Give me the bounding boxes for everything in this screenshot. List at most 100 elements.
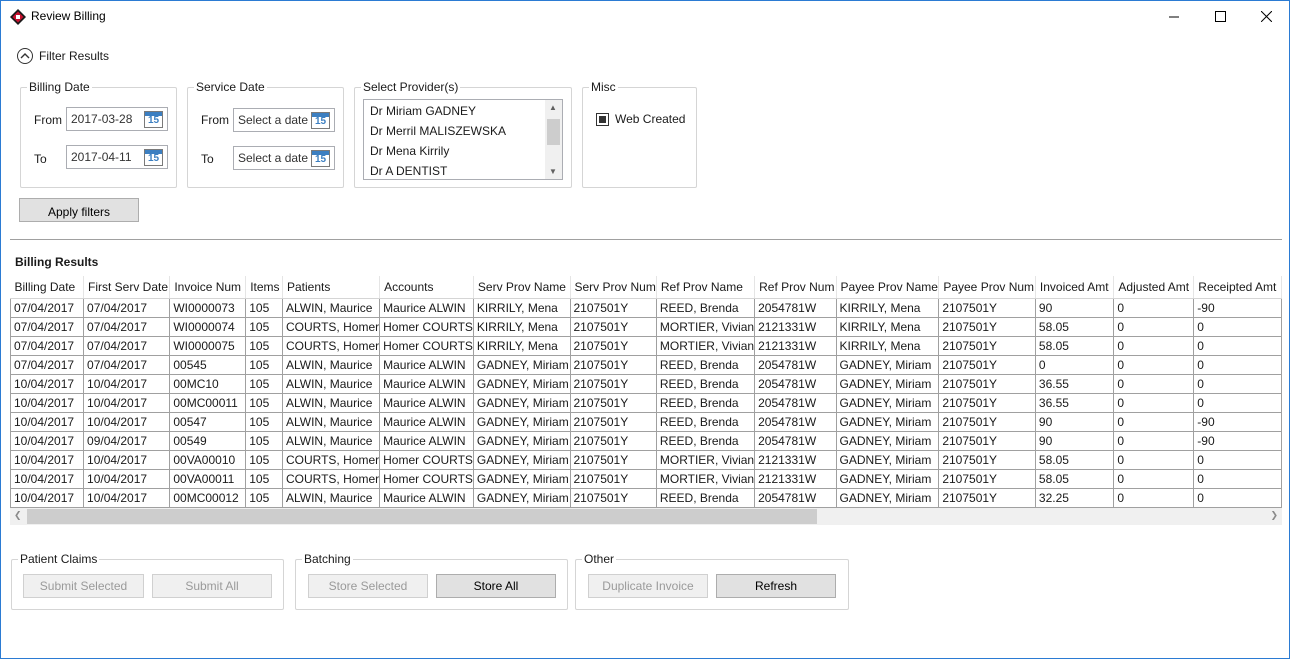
column-header[interactable]: Items xyxy=(245,276,283,299)
table-cell[interactable]: 90 xyxy=(1035,412,1115,432)
table-cell[interactable]: GADNEY, Miriam xyxy=(836,412,940,432)
table-cell[interactable]: 10/04/2017 xyxy=(83,488,171,507)
table-cell[interactable]: REED, Brenda xyxy=(656,374,756,394)
provider-scrollbar[interactable]: ▲ ▼ xyxy=(545,100,562,179)
table-cell[interactable]: 2054781W xyxy=(754,298,837,318)
scroll-thumb[interactable] xyxy=(547,119,560,145)
table-cell[interactable]: Maurice ALWIN xyxy=(379,412,474,432)
table-cell[interactable]: 00549 xyxy=(169,431,247,451)
table-cell[interactable]: 00VA00010 xyxy=(169,450,247,470)
table-cell[interactable]: GADNEY, Miriam xyxy=(836,450,940,470)
table-cell[interactable]: 105 xyxy=(245,469,283,489)
table-cell[interactable]: MORTIER, Vivian xyxy=(656,336,756,356)
table-cell[interactable]: MORTIER, Vivian xyxy=(656,469,756,489)
table-cell[interactable]: WI0000073 xyxy=(169,298,247,318)
table-cell[interactable]: 2107501Y xyxy=(938,412,1036,432)
table-cell[interactable]: GADNEY, Miriam xyxy=(836,393,940,413)
table-cell[interactable]: Maurice ALWIN xyxy=(379,431,474,451)
table-cell[interactable]: GADNEY, Miriam xyxy=(473,355,571,375)
table-cell[interactable]: 105 xyxy=(245,374,283,394)
minimize-button[interactable] xyxy=(1151,1,1197,31)
table-cell[interactable]: REED, Brenda xyxy=(656,412,756,432)
table-cell[interactable]: 2107501Y xyxy=(938,298,1036,318)
table-cell[interactable]: GADNEY, Miriam xyxy=(836,374,940,394)
billing-results-grid[interactable]: Billing Date First Serv Date Invoice Num It… xyxy=(10,276,1282,508)
table-cell[interactable]: 10/04/2017 xyxy=(83,412,171,432)
table-cell[interactable]: 2107501Y xyxy=(938,488,1036,507)
table-cell[interactable]: 2054781W xyxy=(754,374,837,394)
column-header[interactable]: Ref Prov Name xyxy=(656,276,756,299)
table-cell[interactable]: GADNEY, Miriam xyxy=(473,374,571,394)
table-cell[interactable]: REED, Brenda xyxy=(656,431,756,451)
table-cell[interactable]: 00MC10 xyxy=(169,374,247,394)
calendar-icon[interactable]: 15 xyxy=(311,150,330,167)
table-cell[interactable]: 2107501Y xyxy=(570,374,657,394)
table-row[interactable]: 07/04/2017 07/04/2017 WI0000075 105 COURTS, … xyxy=(10,336,1282,356)
table-cell[interactable]: 07/04/2017 xyxy=(83,355,171,375)
billing-to-date-picker[interactable]: 2017-04-11 15 xyxy=(66,145,168,169)
table-cell[interactable]: 2107501Y xyxy=(570,298,657,318)
table-cell[interactable]: -90 xyxy=(1193,431,1282,451)
table-cell[interactable]: 90 xyxy=(1035,298,1115,318)
service-to-date-picker[interactable]: Select a date 15 xyxy=(233,146,335,170)
column-header[interactable]: Accounts xyxy=(379,276,474,299)
table-cell[interactable]: Homer COURTS xyxy=(379,469,474,489)
column-header[interactable]: Payee Prov Name xyxy=(836,276,940,299)
column-header[interactable]: First Serv Date xyxy=(83,276,171,299)
table-cell[interactable]: REED, Brenda xyxy=(656,488,756,507)
table-cell[interactable]: 105 xyxy=(245,393,283,413)
table-cell[interactable]: GADNEY, Miriam xyxy=(473,469,571,489)
table-cell[interactable]: 10/04/2017 xyxy=(83,450,171,470)
table-cell[interactable]: Homer COURTS xyxy=(379,336,474,356)
table-cell[interactable]: 2054781W xyxy=(754,412,837,432)
table-cell[interactable]: GADNEY, Miriam xyxy=(836,469,940,489)
table-cell[interactable]: 0 xyxy=(1113,336,1195,356)
table-cell[interactable]: 10/04/2017 xyxy=(10,488,85,507)
close-button[interactable] xyxy=(1243,1,1289,31)
table-cell[interactable]: 0 xyxy=(1193,317,1282,337)
service-from-date-picker[interactable]: Select a date 15 xyxy=(233,108,335,132)
table-cell[interactable]: KIRRILY, Mena xyxy=(836,298,940,318)
billing-from-date-picker[interactable]: 2017-03-28 15 xyxy=(66,107,168,131)
table-cell[interactable]: Maurice ALWIN xyxy=(379,374,474,394)
table-cell[interactable]: 0 xyxy=(1035,355,1115,375)
table-cell[interactable]: 58.05 xyxy=(1035,450,1115,470)
table-cell[interactable]: 2107501Y xyxy=(570,450,657,470)
table-cell[interactable]: ALWIN, Maurice xyxy=(282,431,381,451)
grid-horizontal-scrollbar[interactable]: ❮ ❯ xyxy=(10,508,1282,525)
table-cell[interactable]: GADNEY, Miriam xyxy=(836,488,940,507)
table-cell[interactable]: 105 xyxy=(245,412,283,432)
table-cell[interactable]: 36.55 xyxy=(1035,374,1115,394)
table-cell[interactable]: 07/04/2017 xyxy=(83,336,171,356)
table-cell[interactable]: 2107501Y xyxy=(938,469,1036,489)
table-cell[interactable]: 07/04/2017 xyxy=(83,317,171,337)
table-cell[interactable]: 0 xyxy=(1113,431,1195,451)
table-cell[interactable]: 10/04/2017 xyxy=(83,469,171,489)
submit-selected-button[interactable]: Submit Selected xyxy=(23,574,144,598)
table-cell[interactable]: 07/04/2017 xyxy=(10,355,85,375)
table-cell[interactable]: KIRRILY, Mena xyxy=(473,298,571,318)
table-cell[interactable]: Homer COURTS xyxy=(379,317,474,337)
maximize-button[interactable] xyxy=(1197,1,1243,31)
table-cell[interactable]: 2107501Y xyxy=(570,412,657,432)
table-cell[interactable]: 10/04/2017 xyxy=(10,412,85,432)
table-cell[interactable]: Maurice ALWIN xyxy=(379,298,474,318)
scroll-right-arrow-icon[interactable]: ❯ xyxy=(1270,510,1278,521)
table-cell[interactable]: 58.05 xyxy=(1035,336,1115,356)
table-cell[interactable]: 07/04/2017 xyxy=(10,298,85,318)
table-cell[interactable]: 2107501Y xyxy=(570,469,657,489)
table-cell[interactable]: COURTS, Homer xyxy=(282,450,381,470)
provider-item[interactable]: Dr A DENTIST xyxy=(364,160,562,179)
table-cell[interactable]: 90 xyxy=(1035,431,1115,451)
table-cell[interactable]: 36.55 xyxy=(1035,393,1115,413)
table-cell[interactable]: MORTIER, Vivian xyxy=(656,450,756,470)
provider-listbox[interactable]: Dr Miriam GADNEY Dr Merril MALISZEWSKA D… xyxy=(363,99,563,180)
scroll-down-arrow-icon[interactable]: ▼ xyxy=(549,167,557,176)
table-cell[interactable]: GADNEY, Miriam xyxy=(836,431,940,451)
calendar-icon[interactable]: 15 xyxy=(144,149,163,166)
table-cell[interactable]: 2121331W xyxy=(754,317,837,337)
table-cell[interactable]: Maurice ALWIN xyxy=(379,355,474,375)
table-row[interactable]: 10/04/2017 09/04/2017 00549 105 ALWIN, Mauri… xyxy=(10,431,1282,451)
table-cell[interactable]: 2054781W xyxy=(754,431,837,451)
table-cell[interactable]: 2107501Y xyxy=(570,355,657,375)
